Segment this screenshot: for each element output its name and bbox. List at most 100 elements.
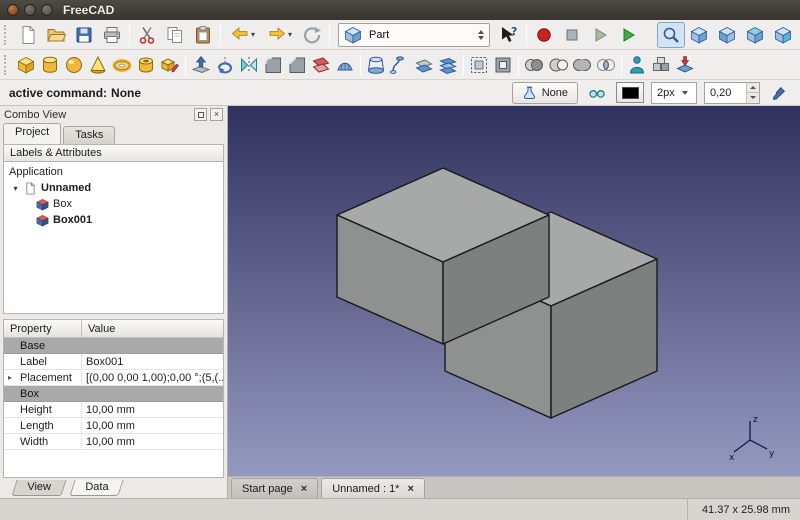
new-document-button[interactable]: [14, 22, 42, 48]
whats-this-button[interactable]: ?: [495, 22, 523, 48]
extrude-button[interactable]: [189, 52, 213, 78]
property-value[interactable]: 10,00 mm: [82, 402, 223, 417]
refine-shape-button[interactable]: [673, 52, 697, 78]
column-header-value[interactable]: Value: [82, 320, 121, 337]
ruled-surface-button[interactable]: [333, 52, 357, 78]
section-button[interactable]: [412, 52, 436, 78]
tree-item-document[interactable]: ▾ Unnamed: [4, 180, 223, 196]
toolbar-handle[interactable]: [4, 25, 11, 45]
view-fit-all-button[interactable]: [657, 22, 685, 48]
part-cylinder-button[interactable]: [38, 52, 62, 78]
property-value[interactable]: 10,00 mm: [82, 418, 223, 433]
chamfer-button[interactable]: [285, 52, 309, 78]
titlebar[interactable]: FreeCAD: [0, 0, 800, 20]
redo-button[interactable]: ▾: [261, 22, 298, 48]
tab-view[interactable]: View: [11, 480, 66, 496]
property-row[interactable]: ▸Placement[(0,00 0,00 1,00);0,00 °;(5,(.…: [4, 370, 223, 386]
compound-button[interactable]: [649, 52, 673, 78]
macro-record-button[interactable]: [530, 22, 558, 48]
boolean-union-button[interactable]: [570, 52, 594, 78]
property-value[interactable]: 10,00 mm: [82, 434, 223, 449]
tab-start-page[interactable]: Start page ×: [231, 478, 318, 498]
property-name[interactable]: Length: [4, 418, 82, 433]
property-group-row[interactable]: Box: [4, 386, 223, 402]
macro-play-button[interactable]: [614, 22, 642, 48]
tree-item-box[interactable]: Box: [4, 196, 223, 212]
close-button[interactable]: [7, 4, 19, 16]
save-document-button[interactable]: [70, 22, 98, 48]
minimize-button[interactable]: [24, 4, 36, 16]
make-face-button[interactable]: [309, 52, 333, 78]
3d-viewport[interactable]: x y z: [228, 106, 800, 476]
property-name[interactable]: Width: [4, 434, 82, 449]
boolean-intersection-button[interactable]: [594, 52, 618, 78]
part-box-button[interactable]: [14, 52, 38, 78]
revolve-button[interactable]: [213, 52, 237, 78]
sweep-button[interactable]: [388, 52, 412, 78]
part-cone-button[interactable]: [86, 52, 110, 78]
property-value[interactable]: [(0,00 0,00 1,00);0,00 °;(5,(...: [82, 370, 223, 385]
property-group-row[interactable]: Base: [4, 338, 223, 354]
property-row[interactable]: LabelBox001: [4, 354, 223, 370]
tab-project[interactable]: Project: [3, 123, 61, 144]
tab-unnamed-document[interactable]: Unnamed : 1* ×: [321, 478, 425, 498]
chevron-down-icon[interactable]: ▾: [288, 30, 292, 39]
refresh-button[interactable]: [298, 22, 326, 48]
loft-button[interactable]: [364, 52, 388, 78]
paste-button[interactable]: [189, 22, 217, 48]
view-front-button[interactable]: [713, 22, 741, 48]
part-torus-button[interactable]: [110, 52, 134, 78]
float-panel-icon[interactable]: [194, 108, 207, 121]
thickness-button[interactable]: [491, 52, 515, 78]
workbench-selector[interactable]: Part: [338, 23, 490, 47]
column-header-property[interactable]: Property: [4, 320, 82, 337]
mirror-button[interactable]: [237, 52, 261, 78]
copy-button[interactable]: [161, 22, 189, 48]
apply-style-button[interactable]: [767, 82, 791, 104]
view-axonometric-button[interactable]: [685, 22, 713, 48]
undo-button[interactable]: ▾: [224, 22, 261, 48]
autogroup-button[interactable]: None: [512, 82, 578, 104]
line-color-button[interactable]: [616, 82, 644, 103]
property-name[interactable]: Height: [4, 402, 82, 417]
property-name[interactable]: ▸Placement: [4, 370, 82, 385]
part-sphere-button[interactable]: [62, 52, 86, 78]
tab-data[interactable]: Data: [69, 480, 123, 496]
fillet-button[interactable]: [261, 52, 285, 78]
expander-icon[interactable]: ▾: [11, 184, 20, 193]
close-tab-icon[interactable]: ×: [301, 483, 307, 495]
boolean-button[interactable]: [522, 52, 546, 78]
tree-item-box001[interactable]: Box001: [4, 212, 223, 228]
maximize-button[interactable]: [41, 4, 53, 16]
toolbar-handle[interactable]: [4, 55, 11, 75]
property-row[interactable]: Width10,00 mm: [4, 434, 223, 450]
print-document-button[interactable]: [98, 22, 126, 48]
combo-view-titlebar[interactable]: Combo View ×: [0, 106, 227, 123]
boolean-cut-button[interactable]: [546, 52, 570, 78]
spin-down-icon[interactable]: [747, 93, 759, 103]
property-name[interactable]: Label: [4, 354, 82, 369]
close-panel-icon[interactable]: ×: [210, 108, 223, 121]
view-top-button[interactable]: [741, 22, 769, 48]
model-tree[interactable]: Application ▾ Unnamed Box Box001: [3, 162, 224, 314]
open-document-button[interactable]: [42, 22, 70, 48]
cut-button[interactable]: [133, 22, 161, 48]
tree-item-application[interactable]: Application: [4, 164, 223, 180]
property-row[interactable]: Length10,00 mm: [4, 418, 223, 434]
construction-mode-button[interactable]: [585, 82, 609, 104]
macro-stop-button[interactable]: [558, 22, 586, 48]
tab-tasks[interactable]: Tasks: [63, 126, 115, 144]
macro-debug-button[interactable]: [586, 22, 614, 48]
shape-builder-button[interactable]: [158, 52, 182, 78]
expand-icon[interactable]: ▸: [8, 373, 20, 382]
line-width-select[interactable]: 2px: [651, 82, 697, 104]
view-right-button[interactable]: [769, 22, 797, 48]
defeaturing-button[interactable]: [625, 52, 649, 78]
chevron-down-icon[interactable]: ▾: [251, 30, 255, 39]
spin-up-icon[interactable]: [747, 83, 759, 94]
property-row[interactable]: Height10,00 mm: [4, 402, 223, 418]
offset-button[interactable]: [467, 52, 491, 78]
cross-sections-button[interactable]: [436, 52, 460, 78]
scale-spinbox[interactable]: 0,20: [704, 82, 760, 104]
part-tube-button[interactable]: [134, 52, 158, 78]
